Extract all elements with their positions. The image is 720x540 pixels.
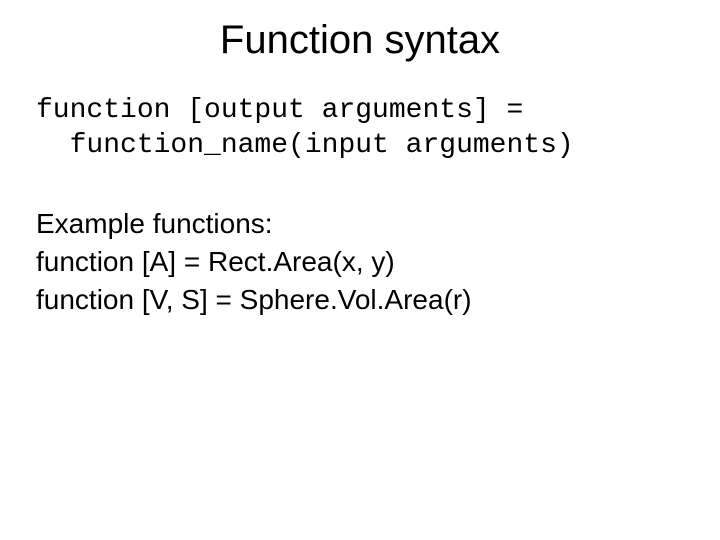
syntax-line-1: function [output arguments] = [36,93,684,128]
slide-body: function [output arguments] = function_n… [0,63,720,318]
examples-heading: Example functions: [36,205,684,243]
slide-title: Function syntax [0,0,720,63]
example-line-2: function [V, S] = Sphere.Vol.Area(r) [36,281,684,319]
syntax-line-2: function_name(input arguments) [36,128,684,163]
slide: Function syntax function [output argumen… [0,0,720,540]
spacer [36,163,684,205]
example-line-1: function [A] = Rect.Area(x, y) [36,243,684,281]
